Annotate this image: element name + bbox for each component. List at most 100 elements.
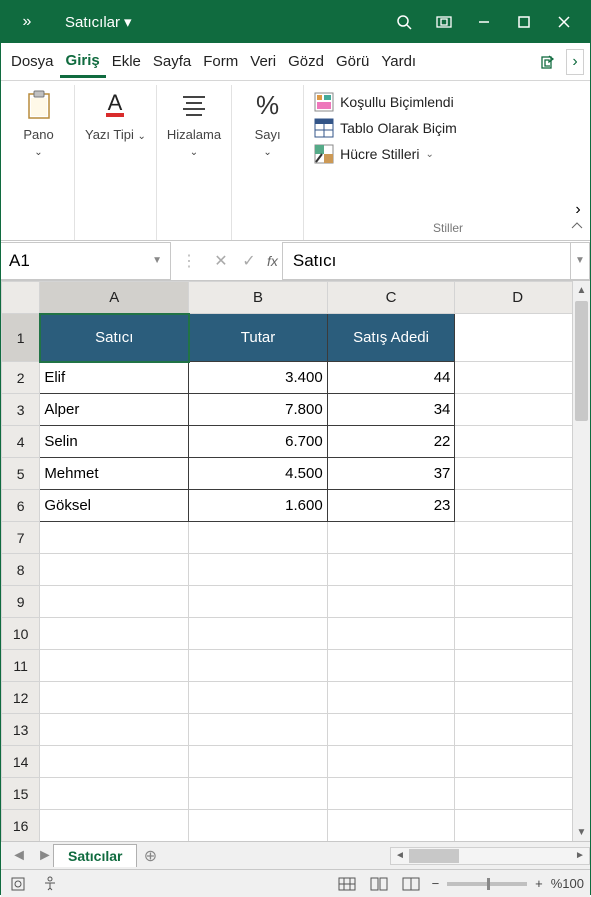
cell[interactable] <box>189 746 327 778</box>
tab-yardim[interactable]: Yardı <box>375 47 422 76</box>
row-header[interactable]: 15 <box>2 778 40 810</box>
cell[interactable] <box>327 746 455 778</box>
row-header[interactable]: 5 <box>2 458 40 490</box>
cancel-formula-icon[interactable]: ✕ <box>207 251 235 271</box>
cell[interactable] <box>455 554 572 586</box>
cell[interactable] <box>455 362 572 394</box>
enter-formula-icon[interactable]: ✓ <box>235 251 263 271</box>
col-header-C[interactable]: C <box>327 282 455 314</box>
fx-label[interactable]: fx <box>263 253 282 269</box>
page-break-view-icon[interactable] <box>400 873 422 895</box>
tab-gozden[interactable]: Gözd <box>282 47 330 76</box>
cell-D1[interactable] <box>455 314 572 362</box>
minimize-button[interactable] <box>464 1 504 43</box>
cell[interactable]: Göksel <box>40 490 189 522</box>
cell[interactable] <box>40 586 189 618</box>
row-header[interactable]: 13 <box>2 714 40 746</box>
cell-B1[interactable]: Tutar <box>189 314 327 362</box>
tab-veri[interactable]: Veri <box>244 47 282 76</box>
cell[interactable]: 1.600 <box>189 490 327 522</box>
sheet-prev-icon[interactable]: ◄ <box>11 847 27 865</box>
cell[interactable] <box>189 554 327 586</box>
cell[interactable] <box>455 426 572 458</box>
tab-ekle[interactable]: Ekle <box>106 47 147 76</box>
row-header[interactable]: 7 <box>2 522 40 554</box>
cell[interactable] <box>327 714 455 746</box>
paste-button[interactable]: Pano⌄ <box>23 89 55 159</box>
cell-A1[interactable]: Satıcı <box>40 314 189 362</box>
cell[interactable] <box>455 650 572 682</box>
cell[interactable] <box>455 458 572 490</box>
cell[interactable] <box>455 490 572 522</box>
tab-gorunum[interactable]: Görü <box>330 47 375 76</box>
cell[interactable] <box>40 746 189 778</box>
window-mode-icon[interactable] <box>424 1 464 43</box>
cell[interactable] <box>455 810 572 842</box>
tab-sayfa[interactable]: Sayfa <box>147 47 197 76</box>
cell[interactable] <box>455 618 572 650</box>
select-all-corner[interactable] <box>2 282 40 314</box>
row-header[interactable]: 12 <box>2 682 40 714</box>
row-header[interactable]: 2 <box>2 362 40 394</box>
cell[interactable]: 22 <box>327 426 455 458</box>
sheet-nav[interactable]: ◄► <box>1 847 53 865</box>
scroll-down-icon[interactable]: ▼ <box>573 823 590 841</box>
cell[interactable] <box>189 650 327 682</box>
font-button[interactable]: A Yazı Tipi ⌄ <box>85 89 146 143</box>
cell[interactable] <box>189 682 327 714</box>
cell[interactable]: 7.800 <box>189 394 327 426</box>
row-header[interactable]: 3 <box>2 394 40 426</box>
vertical-scrollbar[interactable]: ▲ ▼ <box>572 281 590 841</box>
scroll-thumb[interactable] <box>409 849 459 863</box>
cell[interactable] <box>40 554 189 586</box>
cell[interactable] <box>327 810 455 842</box>
cell[interactable] <box>327 586 455 618</box>
ribbon-overflow-icon[interactable]: › <box>566 49 584 75</box>
zoom-slider[interactable] <box>447 882 527 886</box>
cell[interactable] <box>327 778 455 810</box>
formula-expand-icon[interactable]: ▼ <box>570 242 590 280</box>
cell[interactable]: 4.500 <box>189 458 327 490</box>
scroll-up-icon[interactable]: ▲ <box>573 281 590 299</box>
cell[interactable] <box>40 682 189 714</box>
cell[interactable]: 23 <box>327 490 455 522</box>
cell[interactable]: Elif <box>40 362 189 394</box>
page-layout-view-icon[interactable] <box>368 873 390 895</box>
cell[interactable] <box>40 778 189 810</box>
formula-input[interactable]: Satıcı <box>282 242 570 280</box>
cell[interactable] <box>40 714 189 746</box>
zoom-out-button[interactable]: − <box>432 876 440 891</box>
cell[interactable] <box>40 522 189 554</box>
conditional-formatting-button[interactable]: Koşullu Biçimlendi <box>314 89 582 115</box>
cell-styles-button[interactable]: Hücre Stilleri ⌄ <box>314 141 582 167</box>
zoom-in-button[interactable]: + <box>535 876 543 891</box>
col-header-B[interactable]: B <box>189 282 327 314</box>
cell[interactable]: 44 <box>327 362 455 394</box>
share-icon[interactable] <box>534 48 562 76</box>
format-as-table-button[interactable]: Tablo Olarak Biçim <box>314 115 582 141</box>
row-header[interactable]: 4 <box>2 426 40 458</box>
cell[interactable] <box>455 394 572 426</box>
cell[interactable]: 6.700 <box>189 426 327 458</box>
row-header[interactable]: 1 <box>2 314 40 362</box>
row-header[interactable]: 16 <box>2 810 40 842</box>
splitter-handle[interactable]: ⋮ <box>171 251 207 271</box>
cell[interactable]: Selin <box>40 426 189 458</box>
collapse-ribbon-icon[interactable] <box>570 219 584 238</box>
cell[interactable] <box>327 554 455 586</box>
tab-form[interactable]: Form <box>197 47 244 76</box>
scroll-left-icon[interactable]: ◄ <box>391 850 409 861</box>
row-header[interactable]: 10 <box>2 618 40 650</box>
cell[interactable] <box>327 522 455 554</box>
search-icon[interactable] <box>384 1 424 43</box>
zoom-level-label[interactable]: %100 <box>551 876 584 891</box>
scroll-right-icon[interactable]: ► <box>571 850 589 861</box>
cell[interactable] <box>40 810 189 842</box>
new-sheet-button[interactable]: ⊕ <box>137 846 163 866</box>
tab-dosya[interactable]: Dosya <box>5 47 60 76</box>
quickaccess-more-icon[interactable]: » <box>7 1 47 43</box>
cell-C1[interactable]: Satış Adedi <box>327 314 455 362</box>
name-box[interactable]: A1 ▼ <box>1 242 171 280</box>
col-header-A[interactable]: A <box>40 282 189 314</box>
worksheet-grid[interactable]: A B C D 1 Satıcı Tutar Satış Adedi 2 Eli… <box>1 281 572 841</box>
